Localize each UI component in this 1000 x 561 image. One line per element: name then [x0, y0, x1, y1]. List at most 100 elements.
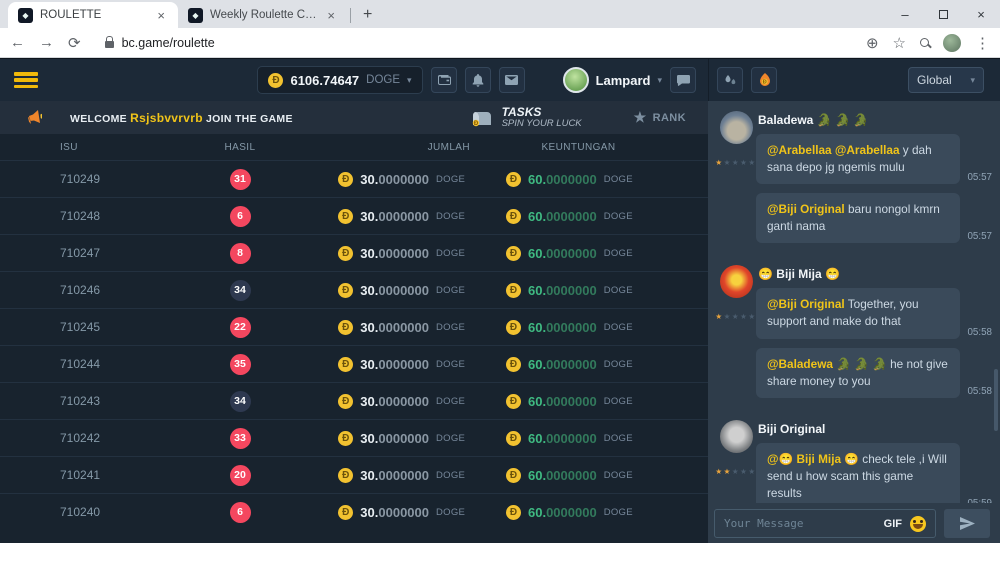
chat-message: @Arabellaa @Arabellaa y dah sana depo jg… [756, 134, 992, 184]
profit-currency: DOGE [604, 396, 638, 407]
amount-value: 30.0000000 [360, 357, 429, 372]
tasks-label: TASKS SPIN YOUR LUCK [502, 106, 582, 130]
mention-link[interactable]: @Baladewa 🐊 🐊 🐊 [767, 357, 887, 371]
doge-coin-icon: Ð [506, 468, 521, 483]
amount-cell: Ð30.0000000DOGE [300, 246, 470, 261]
table-row[interactable]: 71024634Ð30.0000000DOGEÐ60.0000000DOGE [0, 271, 708, 308]
chat-scrollbar[interactable] [994, 369, 998, 431]
result-badge: 8 [230, 243, 251, 264]
user-rating: ★★★★★ [715, 158, 756, 167]
table-row[interactable]: 71024233Ð30.0000000DOGEÐ60.0000000DOGE [0, 419, 708, 456]
profit-value: 60.0000000 [528, 246, 597, 261]
rain-drops-button[interactable] [717, 67, 743, 93]
message-field[interactable]: GIF [714, 509, 936, 538]
mention-link[interactable]: @😁 Biji Mija 😁 [767, 452, 859, 466]
balance-currency: DOGE [366, 74, 400, 86]
maximize-button[interactable] [924, 0, 962, 28]
browser-tab-roulette[interactable]: ◆ ROULETTE × [8, 2, 178, 28]
messages-mail-button[interactable] [499, 67, 525, 93]
profit-currency: DOGE [604, 470, 638, 481]
address-bar[interactable]: bc.game/roulette [95, 32, 852, 54]
gif-button[interactable]: GIF [884, 518, 902, 530]
reload-icon[interactable]: ⟳ [68, 34, 81, 52]
tab-close-icon[interactable]: × [324, 8, 338, 23]
result-badge: 22 [230, 317, 251, 338]
balance-dropdown[interactable]: Ð 6106.74647 DOGE ▾ [257, 66, 422, 94]
forward-icon[interactable]: → [39, 34, 54, 51]
avatar[interactable] [720, 265, 753, 298]
bet-id: 710240 [60, 505, 180, 519]
rank-link[interactable]: ★ RANK [634, 109, 686, 126]
chat-username[interactable]: Biji Original [758, 422, 992, 436]
profit-currency: DOGE [604, 174, 638, 185]
doge-coin-icon: Ð [338, 246, 353, 261]
notifications-bell-button[interactable] [465, 67, 491, 93]
mention-link[interactable]: @Biji Original [767, 297, 845, 311]
screen: ◆ ROULETTE × ◆ Weekly Roulette Challenge… [0, 0, 1000, 561]
close-button[interactable]: × [962, 0, 1000, 28]
user-dropdown[interactable]: Lampard ▾ [563, 67, 662, 93]
table-row[interactable]: 71024931Ð30.0000000DOGEÐ60.0000000DOGE [0, 160, 708, 197]
table-row[interactable]: 71024522Ð30.0000000DOGEÐ60.0000000DOGE [0, 308, 708, 345]
bet-id: 710244 [60, 357, 180, 371]
message-time: 05:58 [967, 386, 992, 398]
chat-username[interactable]: 😁 Biji Mija 😁 [758, 267, 992, 281]
mention-link[interactable]: @Arabellaa @Arabellaa [767, 143, 900, 157]
bookmark-star-icon[interactable]: ☆ [893, 34, 906, 52]
result-cell: 8 [180, 243, 300, 264]
table-row[interactable]: 7102478Ð30.0000000DOGEÐ60.0000000DOGE [0, 234, 708, 271]
amount-fraction: 0000000 [378, 505, 429, 520]
chat-bubble: @Biji Original baru nongol kmrn ganti na… [756, 193, 960, 243]
send-button[interactable] [944, 509, 990, 538]
table-row[interactable]: 7102486Ð30.0000000DOGEÐ60.0000000DOGE [0, 197, 708, 234]
profit-fraction: 0000000 [546, 505, 597, 520]
doge-coin-icon: Ð [506, 172, 521, 187]
tab-close-icon[interactable]: × [154, 8, 168, 23]
bottom-white-strip [0, 543, 1000, 561]
chat-username[interactable]: Baladewa 🐊 🐊 🐊 [758, 113, 992, 127]
mention-link[interactable]: @Biji Original [767, 202, 845, 216]
tasks-link[interactable]: Ð TASKS SPIN YOUR LUCK [470, 106, 582, 130]
doge-coin-icon: Ð [506, 505, 521, 520]
amount-currency: DOGE [436, 285, 470, 296]
result-cell: 34 [180, 391, 300, 412]
chat-messages: ★★★★★ Baladewa 🐊 🐊 🐊 @Arabellaa @Arabellaa… [708, 101, 1000, 503]
back-icon[interactable]: ← [10, 34, 25, 51]
bcgame-favicon: ◆ [18, 8, 33, 23]
profit-cell: Ð60.0000000DOGE [506, 357, 651, 372]
profit-fraction: 0000000 [546, 172, 597, 187]
browser-profile-avatar[interactable] [943, 34, 961, 52]
message-input[interactable] [724, 517, 876, 530]
zoom-page-icon[interactable]: ⊕ [866, 34, 879, 52]
profit-fraction: 0000000 [546, 431, 597, 446]
user-rating: ★★★★★ [715, 467, 756, 476]
coindrop-flame-button[interactable]: Ð [751, 67, 777, 93]
avatar[interactable] [720, 111, 753, 144]
avatar[interactable] [720, 420, 753, 453]
lock-icon[interactable] [105, 41, 114, 48]
table-row[interactable]: 71024120Ð30.0000000DOGEÐ60.0000000DOGE [0, 456, 708, 493]
minimize-button[interactable]: – [886, 0, 924, 28]
hamburger-menu-icon[interactable] [14, 72, 38, 88]
browser-tab-challenge[interactable]: ◆ Weekly Roulette Challenge - Win × [178, 2, 348, 28]
chevron-down-icon: ▾ [657, 75, 662, 86]
profit-currency: DOGE [604, 248, 638, 259]
table-row[interactable]: 71024435Ð30.0000000DOGEÐ60.0000000DOGE [0, 345, 708, 382]
star-filled-icon: ★ [715, 158, 723, 167]
wallet-button[interactable] [431, 67, 457, 93]
chevron-down-icon: ▾ [407, 75, 412, 86]
search-icon[interactable] [920, 38, 929, 47]
table-row[interactable]: 71024334Ð30.0000000DOGEÐ60.0000000DOGE [0, 382, 708, 419]
emoji-picker-icon[interactable] [910, 516, 926, 532]
chat-toggle-button[interactable] [670, 67, 696, 93]
amount-value: 30.0000000 [360, 431, 429, 446]
doge-coin-icon: Ð [338, 357, 353, 372]
chat-room-select[interactable]: Global ▾ [908, 67, 984, 93]
menu-dots-icon[interactable]: ⋮ [975, 34, 990, 52]
amount-fraction: 0000000 [378, 283, 429, 298]
profit-cell: Ð60.0000000DOGE [506, 283, 651, 298]
browser-toolbar: ← → ⟳ bc.game/roulette ⊕ ☆ ⋮ [0, 28, 1000, 58]
amount-currency: DOGE [436, 248, 470, 259]
table-row[interactable]: 7102406Ð30.0000000DOGEÐ60.0000000DOGE [0, 493, 708, 530]
new-tab-button[interactable]: + [355, 6, 382, 28]
